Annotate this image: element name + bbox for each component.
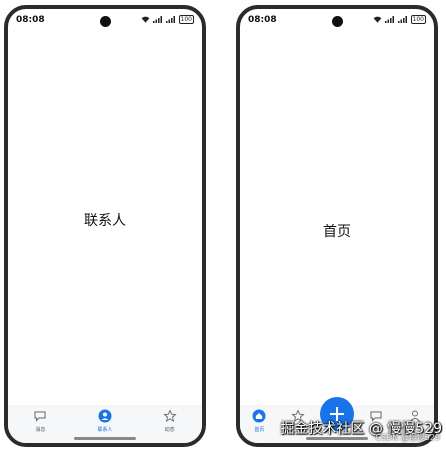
home-indicator[interactable] bbox=[74, 437, 136, 440]
status-time: 08:08 bbox=[16, 15, 45, 25]
tab-label: 联系人 bbox=[97, 427, 113, 433]
signal-icon bbox=[384, 16, 394, 23]
chat-icon bbox=[34, 411, 46, 422]
person-icon bbox=[98, 409, 112, 423]
phone-contacts: 08:08 100 联系人 消息 联系人 动态 bbox=[4, 5, 206, 447]
status-time: 08:08 bbox=[248, 15, 277, 25]
signal-icon bbox=[152, 16, 162, 23]
tab-label: 首页 bbox=[254, 427, 265, 433]
camera-icon bbox=[331, 16, 343, 27]
tab-label: 消息 bbox=[35, 427, 46, 433]
watermark-sub: CSDN @慢慢529 bbox=[375, 433, 440, 442]
signal-icon bbox=[165, 16, 175, 23]
status-bar: 08:08 100 bbox=[240, 13, 434, 29]
page-title: 联系人 bbox=[84, 213, 126, 229]
battery-icon: 100 bbox=[178, 15, 194, 24]
wifi-icon bbox=[141, 16, 149, 23]
status-icons: 100 bbox=[141, 15, 194, 24]
tab-label: 动态 bbox=[164, 427, 175, 433]
signal-icon bbox=[397, 16, 407, 23]
page-title: 首页 bbox=[323, 224, 351, 240]
tab-moments[interactable]: 动态 bbox=[137, 405, 202, 443]
phone-home: 08:08 100 首页 首页 bbox=[236, 5, 438, 447]
star-icon bbox=[163, 409, 177, 422]
battery-icon: 100 bbox=[410, 15, 426, 24]
wifi-icon bbox=[373, 16, 381, 23]
status-bar: 08:08 100 bbox=[8, 13, 202, 29]
tab-messages[interactable]: 消息 bbox=[8, 405, 73, 443]
home-icon bbox=[252, 409, 266, 423]
camera-icon bbox=[99, 16, 111, 27]
status-icons: 100 bbox=[373, 15, 426, 24]
tab-home[interactable]: 首页 bbox=[240, 405, 279, 443]
